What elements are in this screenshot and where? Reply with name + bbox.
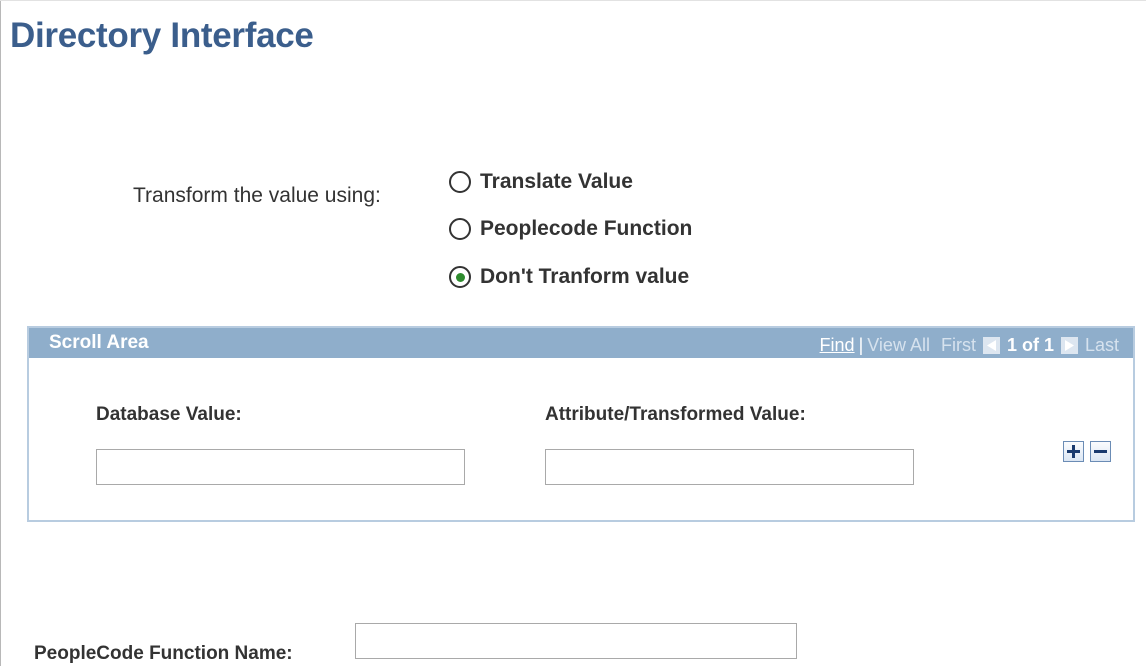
radio-button-icon[interactable] (449, 266, 471, 288)
database-value-label: Database Value: (96, 404, 242, 425)
attribute-value-input[interactable] (545, 449, 914, 485)
last-link[interactable]: Last (1085, 334, 1119, 356)
row-count: 1 of 1 (1006, 335, 1054, 355)
attribute-value-label: Attribute/Transformed Value: (545, 404, 806, 425)
directory-interface-page: Directory Interface Transform the value … (0, 0, 1146, 666)
find-link[interactable]: Find (820, 334, 855, 356)
database-value-input[interactable] (96, 449, 465, 485)
radio-translate-value-label: Translate Value (480, 170, 633, 193)
transform-label: Transform the value using: (133, 184, 381, 207)
plus-icon (1067, 445, 1080, 458)
peoplecode-function-name-label: PeopleCode Function Name: (34, 643, 293, 664)
radio-peoplecode-function-label: Peoplecode Function (480, 217, 693, 240)
radio-translate-value[interactable]: Translate Value (449, 168, 633, 196)
peoplecode-function-name-input[interactable] (355, 623, 797, 659)
right-arrow-icon[interactable] (1060, 336, 1078, 354)
nav-separator: | (858, 335, 864, 355)
radio-dot-icon (455, 272, 465, 282)
radio-dont-transform-value[interactable]: Don't Tranform value (449, 263, 689, 291)
scroll-area: Scroll Area Find | View All First 1 of 1… (27, 326, 1135, 522)
page-title: Directory Interface (10, 16, 314, 55)
add-row-button[interactable] (1063, 441, 1084, 462)
scroll-area-title: Scroll Area (49, 332, 149, 353)
minus-icon (1094, 450, 1107, 453)
radio-dont-transform-value-label: Don't Tranform value (480, 265, 690, 288)
radio-button-icon[interactable] (449, 171, 471, 193)
left-border (0, 0, 1, 666)
top-border (0, 0, 1146, 1)
scroll-area-header: Scroll Area Find | View All First 1 of 1… (29, 328, 1133, 358)
view-all-link[interactable]: View All (867, 334, 930, 356)
radio-peoplecode-function[interactable]: Peoplecode Function (449, 215, 692, 243)
first-link[interactable]: First (941, 334, 976, 356)
scroll-area-navigation: Find | View All First 1 of 1 Last (820, 334, 1119, 356)
radio-button-icon[interactable] (449, 218, 471, 240)
left-arrow-icon[interactable] (982, 336, 1000, 354)
delete-row-button[interactable] (1090, 441, 1111, 462)
